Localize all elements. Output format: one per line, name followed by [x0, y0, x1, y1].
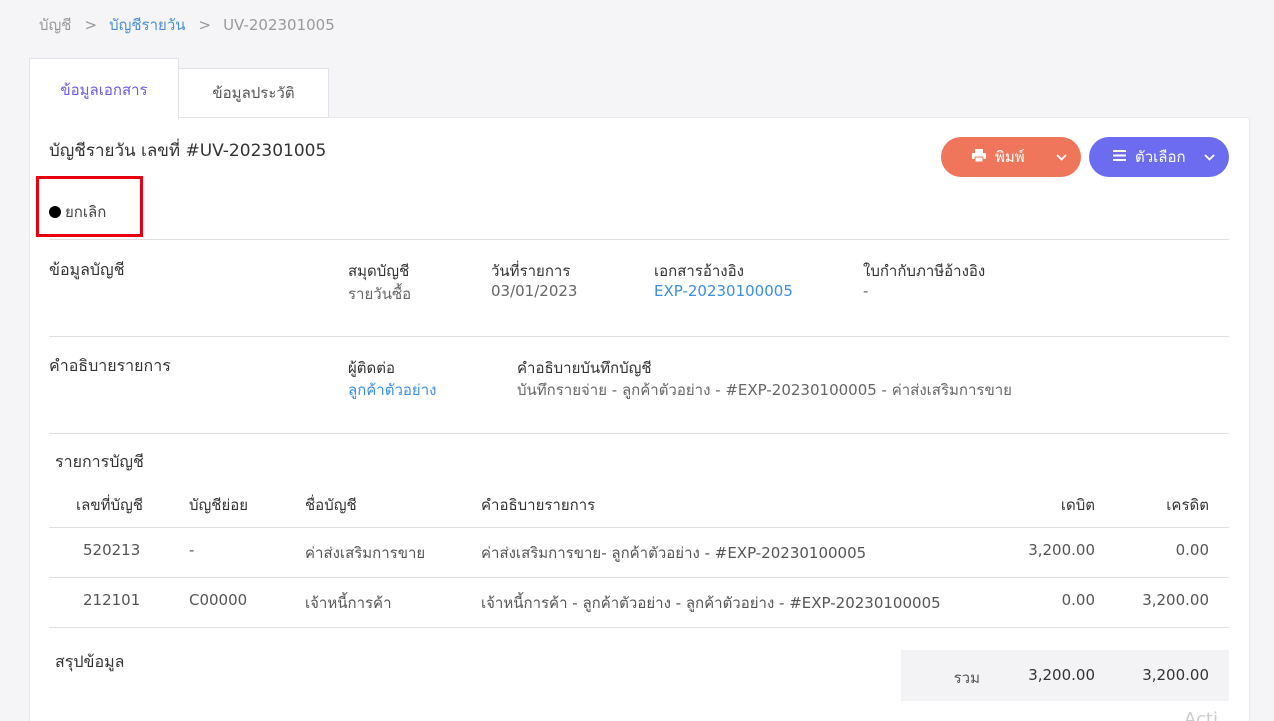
status-text: ยกเลิก [65, 203, 107, 221]
contact-label: ผู้ติดต่อ [348, 359, 396, 377]
breadcrumb: บัญชี > บัญชีรายวัน > UV-202301005 [39, 13, 335, 37]
ref-doc-label: เอกสารอ้างอิง [654, 262, 744, 280]
description-title: คำอธิบายรายการ [49, 356, 171, 375]
cell-sub-account: C00000 [189, 591, 248, 609]
divider [49, 527, 1229, 528]
tab-document-info[interactable]: ข้อมูลเอกสาร [29, 58, 179, 120]
summary-title: สรุปข้อมูล [55, 652, 125, 671]
page-title: บัญชีรายวัน เลขที่ #UV-202301005 [49, 141, 327, 161]
col-credit: เครดิต [1166, 496, 1209, 514]
note-value: บันทึกรายจ่าย - ลูกค้าตัวอย่าง - #EXP-20… [517, 381, 1012, 399]
ref-doc-link[interactable]: EXP-20230100005 [654, 282, 793, 300]
col-debit: เดบิต [1060, 496, 1095, 514]
entries-title: รายการบัญชี [55, 452, 144, 471]
cell-credit: 0.00 [1175, 541, 1209, 559]
breadcrumb-separator: > [198, 16, 212, 34]
cell-account-name: เจ้าหนี้การค้า [305, 594, 392, 612]
cell-account-no: 520213 [83, 541, 141, 559]
book-label: สมุดบัญชี [348, 262, 410, 280]
divider [49, 239, 1229, 240]
contact-link[interactable]: ลูกค้าตัวอย่าง [348, 378, 436, 402]
print-button[interactable]: พิมพ์ [941, 137, 1081, 177]
menu-icon [1111, 149, 1127, 165]
col-account-name: ชื่อบัญชี [305, 496, 357, 514]
chevron-down-icon [1056, 150, 1067, 164]
date-label: วันที่รายการ [491, 262, 571, 280]
activate-watermark: Acti [1184, 709, 1218, 721]
divider [49, 627, 1229, 628]
tax-ref-label: ใบกำกับภาษีอ้างอิง [863, 262, 986, 280]
breadcrumb-current: UV-202301005 [223, 16, 335, 34]
cell-description: เจ้าหนี้การค้า - ลูกค้าตัวอย่าง - ลูกค้า… [481, 594, 941, 612]
total-label: รวม [953, 669, 980, 687]
cell-debit: 0.00 [1061, 591, 1095, 609]
account-info-title: ข้อมูลบัญชี [49, 260, 125, 279]
divider [49, 577, 1229, 578]
note-label: คำอธิบายบันทึกบัญชี [517, 359, 652, 377]
document-card [29, 117, 1250, 721]
book-value: รายวันซื้อ [348, 285, 412, 303]
status-dot-icon [49, 206, 61, 218]
cell-account-name: ค่าส่งเสริมการขาย [305, 544, 426, 562]
cell-credit: 3,200.00 [1142, 591, 1209, 609]
date-value: 03/01/2023 [491, 282, 578, 300]
col-account-no: เลขที่บัญชี [76, 496, 143, 514]
print-button-label: พิมพ์ [995, 148, 1025, 166]
options-button-label: ตัวเลือก [1135, 148, 1186, 166]
breadcrumb-root[interactable]: บัญชี [39, 13, 71, 37]
cell-debit: 3,200.00 [1028, 541, 1095, 559]
divider [49, 433, 1229, 434]
chevron-down-icon [1204, 150, 1215, 164]
breadcrumb-separator: > [84, 16, 98, 34]
total-debit: 3,200.00 [1028, 666, 1095, 684]
printer-icon [971, 148, 987, 166]
status-badge: ยกเลิก [49, 200, 106, 224]
cell-sub-account: - [189, 541, 195, 559]
total-credit: 3,200.00 [1142, 666, 1209, 684]
col-description: คำอธิบายรายการ [481, 496, 596, 514]
col-sub-account: บัญชีย่อย [189, 496, 249, 514]
cell-account-no: 212101 [83, 591, 141, 609]
breadcrumb-section[interactable]: บัญชีรายวัน [109, 13, 185, 37]
tab-history[interactable]: ข้อมูลประวัติ [178, 68, 329, 118]
cell-description: ค่าส่งเสริมการขาย- ลูกค้าตัวอย่าง - #EXP… [481, 544, 867, 562]
options-button[interactable]: ตัวเลือก [1089, 137, 1229, 177]
tax-ref-value: - [863, 282, 869, 300]
divider [49, 336, 1229, 337]
